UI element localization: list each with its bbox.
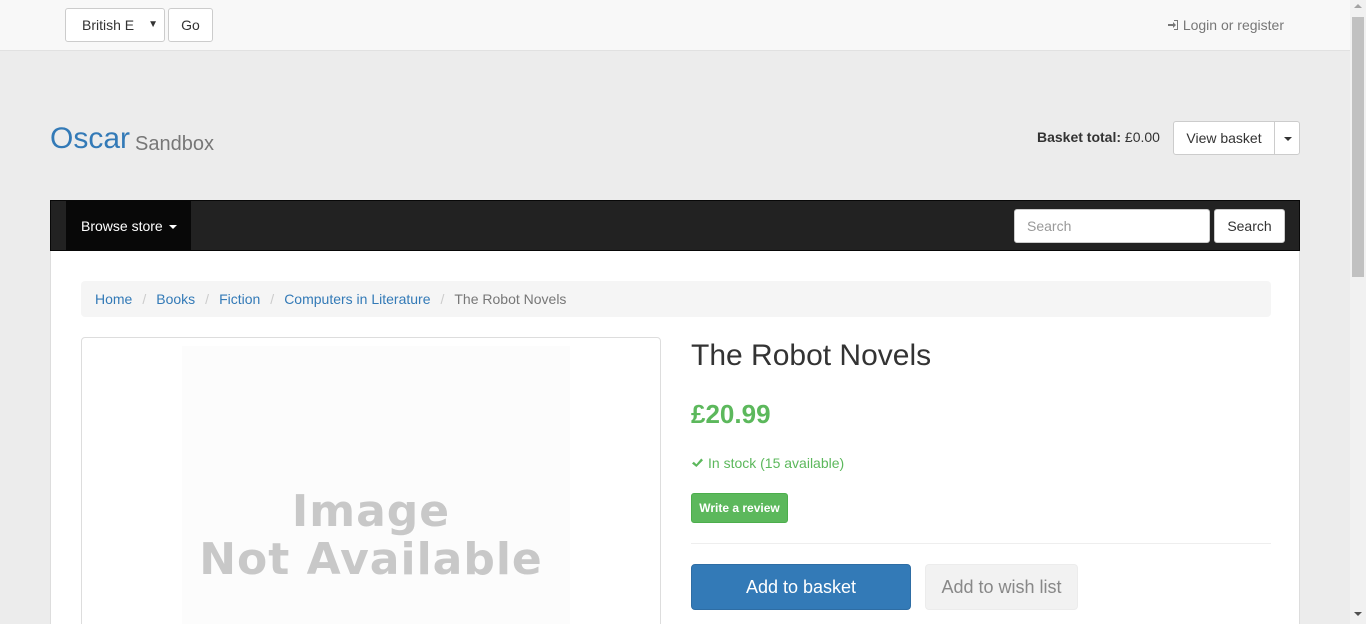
search-button[interactable]: Search (1214, 209, 1285, 243)
breadcrumb-fiction[interactable]: Fiction (219, 291, 260, 307)
basket-dropdown-toggle[interactable] (1274, 121, 1300, 155)
browse-store-label: Browse store (81, 218, 163, 234)
scrollbar-thumb[interactable] (1352, 17, 1364, 277)
top-bar: British E ▼ Go Login or register (0, 0, 1350, 51)
brand-subtitle: Sandbox (135, 133, 214, 155)
basket-total-label: Basket total: (1037, 129, 1122, 145)
caret-down-icon (168, 225, 177, 230)
stock-status-text: In stock (15 available) (708, 455, 845, 471)
stock-status: In stock (15 available) (691, 455, 844, 471)
product-image[interactable]: Image Not Available (81, 337, 661, 624)
product-price: £20.99 (691, 399, 771, 429)
scroll-up-arrow-icon[interactable] (1354, 4, 1362, 8)
caret-down-icon (1284, 137, 1292, 141)
write-review-button[interactable]: Write a review (691, 493, 788, 523)
login-register-link[interactable]: Login or register (1167, 17, 1284, 33)
vertical-scrollbar[interactable] (1350, 0, 1366, 624)
breadcrumb-home[interactable]: Home (95, 291, 132, 307)
main-navbar: Browse store Search (50, 200, 1300, 251)
image-not-available-line1: Image (291, 486, 451, 537)
search-input[interactable] (1014, 209, 1210, 243)
breadcrumb-separator: / (205, 291, 210, 307)
language-select-value: British E (82, 17, 135, 33)
breadcrumb-separator: / (142, 291, 147, 307)
add-to-basket-button[interactable]: Add to basket (691, 564, 911, 610)
view-basket-button[interactable]: View basket (1173, 121, 1275, 155)
add-to-wish-list-button[interactable]: Add to wish list (925, 564, 1078, 610)
sign-in-icon (1167, 20, 1178, 30)
breadcrumb-books[interactable]: Books (156, 291, 195, 307)
login-register-label: Login or register (1182, 17, 1284, 33)
breadcrumb-separator: / (270, 291, 275, 307)
browse-store-dropdown[interactable]: Browse store (66, 201, 191, 251)
product-title: The Robot Novels (691, 339, 932, 372)
breadcrumb-computers-in-literature[interactable]: Computers in Literature (284, 291, 430, 307)
chevron-down-icon: ▼ (148, 19, 158, 30)
image-not-available-line2: Not Available (199, 534, 543, 585)
language-select[interactable]: British E ▼ (65, 8, 165, 42)
divider (691, 543, 1271, 544)
breadcrumb-current: The Robot Novels (454, 291, 567, 307)
breadcrumb: Home / Books / Fiction / Computers in Li… (81, 281, 1271, 317)
scroll-down-arrow-icon[interactable] (1354, 612, 1362, 616)
go-button[interactable]: Go (168, 8, 213, 42)
basket-total-value: £0.00 (1124, 129, 1160, 145)
brand-logo[interactable]: Oscar (50, 122, 130, 156)
main-content: Home / Books / Fiction / Computers in Li… (50, 251, 1300, 624)
basket-total: Basket total: £0.00 (1037, 129, 1160, 145)
breadcrumb-separator: / (440, 291, 445, 307)
checkmark-icon (692, 458, 703, 467)
